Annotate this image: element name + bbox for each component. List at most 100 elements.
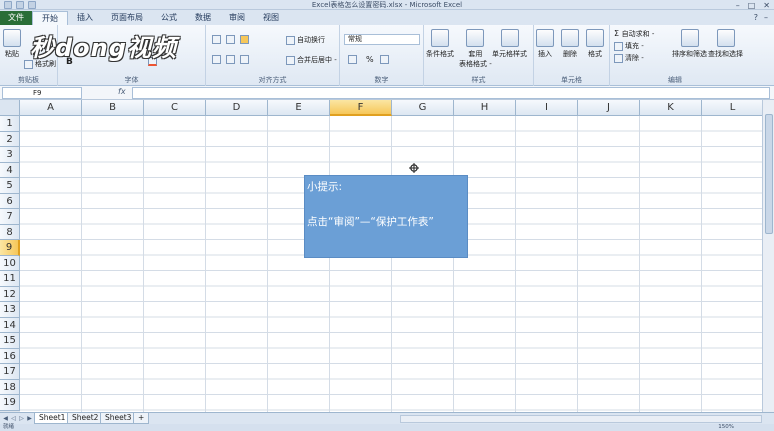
row-header-10[interactable]: 10 <box>0 255 20 271</box>
help-icon[interactable]: ? <box>754 13 758 22</box>
merge-center-button[interactable]: 合并后居中 - <box>286 55 337 65</box>
tab-data[interactable]: 数据 <box>186 11 220 25</box>
format-cells-button[interactable]: 格式 <box>586 29 604 59</box>
row-header-14[interactable]: 14 <box>0 317 20 333</box>
clear-label: 清除 - <box>625 54 644 62</box>
row-header-17[interactable]: 17 <box>0 364 20 380</box>
column-header-e[interactable]: E <box>268 100 330 116</box>
row-header-7[interactable]: 7 <box>0 209 20 225</box>
autosum-button[interactable]: Σ 自动求和 - <box>614 29 654 39</box>
new-sheet-icon: + <box>138 413 145 422</box>
align-middle-button[interactable] <box>226 35 237 44</box>
prev-sheet-icon[interactable]: ◁ <box>10 414 17 423</box>
next-sheet-icon[interactable]: ▷ <box>18 414 25 423</box>
conditional-format-button[interactable]: 条件格式 <box>426 29 454 59</box>
maximize-icon[interactable]: □ <box>748 1 756 10</box>
ribbon-minimize-icon[interactable]: – <box>764 13 768 22</box>
align-bottom-button[interactable] <box>240 35 251 44</box>
column-header-l[interactable]: L <box>702 100 764 116</box>
horizontal-scrollbar[interactable] <box>400 415 762 423</box>
insert-cells-button[interactable]: 插入 <box>536 29 554 59</box>
cell-styles-label: 单元格样式 <box>492 50 527 58</box>
column-header-b[interactable]: B <box>82 100 144 116</box>
row-header-15[interactable]: 15 <box>0 333 20 349</box>
sheet-tab-1[interactable]: Sheet1 <box>34 413 71 424</box>
wrap-text-button[interactable]: 自动换行 <box>286 35 325 45</box>
move-cursor-icon <box>409 163 419 173</box>
sheet-tab-3[interactable]: Sheet3 <box>100 413 137 424</box>
new-sheet-button[interactable]: + <box>133 413 149 424</box>
last-sheet-icon[interactable]: ▶ <box>26 414 33 423</box>
tab-formulas[interactable]: 公式 <box>152 11 186 25</box>
formula-input[interactable] <box>132 87 770 99</box>
row-header-18[interactable]: 18 <box>0 379 20 395</box>
tab-view[interactable]: 视图 <box>254 11 288 25</box>
number-format-dropdown[interactable]: 常规 <box>344 34 420 45</box>
close-icon[interactable]: ✕ <box>763 1 770 10</box>
align-bottom-icon <box>240 35 249 44</box>
row-header-6[interactable]: 6 <box>0 193 20 209</box>
row-header-16[interactable]: 16 <box>0 348 20 364</box>
tab-insert[interactable]: 插入 <box>68 11 102 25</box>
cell-grid[interactable] <box>20 116 762 412</box>
format-as-table-button[interactable]: 套用 表格格式 - <box>459 29 492 69</box>
vertical-scrollbar[interactable] <box>762 100 774 412</box>
select-all-corner[interactable] <box>0 100 20 116</box>
window-controls: – □ ✕ <box>736 0 770 10</box>
minimize-icon[interactable]: – <box>736 1 740 10</box>
row-header-1[interactable]: 1 <box>0 116 20 132</box>
sheet-nav-buttons: ◀ ◁ ▷ ▶ <box>2 414 33 423</box>
row-header-2[interactable]: 2 <box>0 131 20 147</box>
comma-style-button[interactable] <box>380 55 391 64</box>
sheet-tab-2[interactable]: Sheet2 <box>67 413 104 424</box>
sort-filter-button[interactable]: 排序和筛选 <box>672 29 707 59</box>
zoom-level[interactable]: 150% <box>718 424 734 431</box>
percent-button[interactable]: % <box>366 55 374 64</box>
insert-cells-label: 插入 <box>538 50 552 58</box>
column-header-c[interactable]: C <box>144 100 206 116</box>
column-header-h[interactable]: H <box>454 100 516 116</box>
column-header-k[interactable]: K <box>640 100 702 116</box>
align-top-button[interactable] <box>212 35 223 44</box>
column-header-g[interactable]: G <box>392 100 454 116</box>
tab-review[interactable]: 审阅 <box>220 11 254 25</box>
tab-file[interactable]: 文件 <box>0 11 32 25</box>
cell-styles-button[interactable]: 单元格样式 <box>492 29 527 59</box>
row-header-8[interactable]: 8 <box>0 224 20 240</box>
align-top-icon <box>212 35 221 44</box>
column-header-f[interactable]: F <box>330 100 392 116</box>
row-header-19[interactable]: 19 <box>0 395 20 411</box>
group-editing: Σ 自动求和 - 填充 - 清除 - 排序和筛选 查找和选择 编辑 <box>610 25 743 86</box>
insert-function-button[interactable]: fx <box>118 87 126 96</box>
column-header-i[interactable]: I <box>516 100 578 116</box>
row-header-3[interactable]: 3 <box>0 147 20 163</box>
styles-group-label: 样式 <box>471 76 486 84</box>
vertical-scroll-thumb[interactable] <box>765 114 773 234</box>
merge-center-label: 合并后居中 - <box>297 56 337 64</box>
paste-button[interactable]: 粘贴 <box>3 29 21 59</box>
row-header-5[interactable]: 5 <box>0 178 20 194</box>
eraser-icon <box>614 53 623 63</box>
tab-page-layout[interactable]: 页面布局 <box>102 11 152 25</box>
row-header-11[interactable]: 11 <box>0 271 20 287</box>
name-box[interactable]: F9 <box>2 87 82 99</box>
column-header-j[interactable]: J <box>578 100 640 116</box>
row-header-4[interactable]: 4 <box>0 162 20 178</box>
row-header-13[interactable]: 13 <box>0 302 20 318</box>
column-header-d[interactable]: D <box>206 100 268 116</box>
fill-button[interactable]: 填充 - <box>614 41 644 51</box>
clear-button[interactable]: 清除 - <box>614 53 644 63</box>
align-right-button[interactable] <box>240 55 251 64</box>
ribbon-tabs: 文件 开始 插入 页面布局 公式 数据 审阅 视图 <box>0 10 774 25</box>
row-header-9[interactable]: 9 <box>0 240 20 256</box>
row-header-12[interactable]: 12 <box>0 286 20 302</box>
first-sheet-icon[interactable]: ◀ <box>2 414 9 423</box>
find-select-button[interactable]: 查找和选择 <box>708 29 743 59</box>
column-header-a[interactable]: A <box>20 100 82 116</box>
align-center-button[interactable] <box>226 55 237 64</box>
paste-icon <box>3 29 21 47</box>
currency-button[interactable] <box>348 55 359 64</box>
delete-cells-button[interactable]: 删除 <box>561 29 579 59</box>
align-left-button[interactable] <box>212 55 223 64</box>
tab-home[interactable]: 开始 <box>32 11 68 25</box>
